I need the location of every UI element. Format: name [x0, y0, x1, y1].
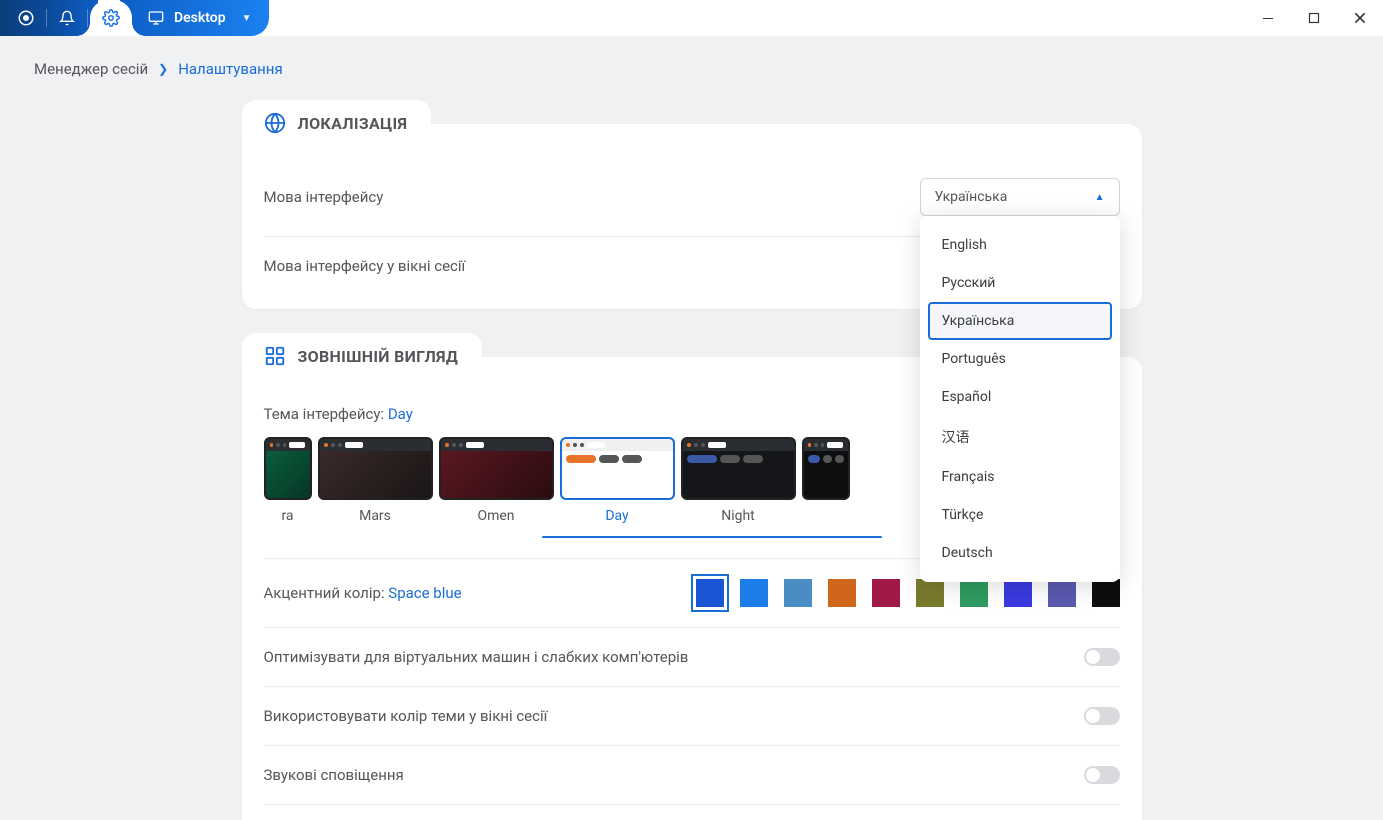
- breadcrumb-session-manager[interactable]: Менеджер сесій: [34, 60, 148, 78]
- chevron-down-icon: ▼: [242, 13, 252, 24]
- select-value: Українська: [935, 189, 1008, 205]
- card-title: ЗОВНІШНІЙ ВИГЛЯД: [298, 347, 459, 366]
- optimize-vm-toggle[interactable]: [1084, 648, 1120, 666]
- language-option[interactable]: Deutsch: [928, 534, 1112, 572]
- color-swatch[interactable]: [740, 579, 768, 607]
- session-color-label: Використовувати колір теми у вікні сесії: [264, 707, 548, 725]
- theme-name: Day: [605, 508, 628, 524]
- window-controls: [1245, 0, 1383, 36]
- language-option[interactable]: Türkçe: [928, 496, 1112, 534]
- theme-option[interactable]: ra: [264, 437, 312, 524]
- language-option[interactable]: 汉语: [928, 416, 1112, 458]
- accent-color-label: Акцентний колір: Space blue: [264, 584, 462, 602]
- theme-name: Omen: [477, 508, 514, 524]
- color-swatch[interactable]: [784, 579, 812, 607]
- color-swatch[interactable]: [1004, 579, 1032, 607]
- titlebar: Desktop ▼: [0, 0, 1383, 36]
- interface-language-select[interactable]: Українська ▲: [920, 178, 1120, 216]
- language-option[interactable]: Français: [928, 458, 1112, 496]
- interface-language-row: Мова інтерфейсу Українська ▲ EnglishРусс…: [264, 158, 1120, 237]
- theme-name: ra: [281, 508, 293, 524]
- card-tab-appearance: ЗОВНІШНІЙ ВИГЛЯД: [242, 333, 483, 375]
- tab-settings[interactable]: [90, 0, 132, 36]
- session-color-toggle[interactable]: [1084, 707, 1120, 725]
- hints-row: Підказки: [264, 805, 1120, 820]
- monitor-icon: [148, 10, 164, 26]
- globe-icon: [264, 112, 286, 134]
- card-tab-localization: ЛОКАЛІЗАЦІЯ: [242, 100, 432, 142]
- breadcrumb-settings: Налаштування: [178, 60, 283, 78]
- chevron-right-icon: ❯: [158, 62, 168, 76]
- session-color-row: Використовувати колір теми у вікні сесії: [264, 687, 1120, 746]
- color-swatches: [696, 579, 1120, 607]
- language-option[interactable]: Українська: [928, 302, 1112, 340]
- color-swatch[interactable]: [916, 579, 944, 607]
- minimize-button[interactable]: [1245, 0, 1291, 36]
- theme-name: Night: [721, 508, 755, 524]
- color-swatch[interactable]: [1048, 579, 1076, 607]
- color-swatch[interactable]: [960, 579, 988, 607]
- color-swatch[interactable]: [828, 579, 856, 607]
- language-option[interactable]: English: [928, 226, 1112, 264]
- sound-alerts-toggle[interactable]: [1084, 766, 1120, 784]
- language-option[interactable]: Português: [928, 340, 1112, 378]
- color-swatch[interactable]: [1092, 579, 1120, 607]
- session-language-label: Мова інтерфейсу у вікні сесії: [264, 257, 466, 275]
- gear-icon: [102, 9, 120, 27]
- theme-option[interactable]: Omen: [439, 437, 554, 524]
- breadcrumb: Менеджер сесій ❯ Налаштування: [0, 60, 1383, 100]
- maximize-button[interactable]: [1291, 0, 1337, 36]
- localization-card: ЛОКАЛІЗАЦІЯ Мова інтерфейсу Українська ▲…: [242, 124, 1142, 309]
- interface-language-label: Мова інтерфейсу: [264, 188, 384, 206]
- sound-alerts-label: Звукові сповіщення: [264, 766, 404, 784]
- close-button[interactable]: [1337, 0, 1383, 36]
- theme-option[interactable]: [802, 437, 850, 524]
- color-swatch[interactable]: [696, 579, 724, 607]
- caret-up-icon: ▲: [1095, 192, 1105, 203]
- theme-option[interactable]: Night: [681, 437, 796, 524]
- theme-option[interactable]: Day: [560, 437, 675, 524]
- app-logo-icon[interactable]: [8, 0, 44, 36]
- optimize-vm-label: Оптимізувати для віртуальних машин і сла…: [264, 648, 689, 666]
- color-swatch[interactable]: [872, 579, 900, 607]
- sound-alerts-row: Звукові сповіщення: [264, 746, 1120, 805]
- theme-option[interactable]: Mars: [318, 437, 433, 524]
- main-content: Менеджер сесій ❯ Налаштування ЛОКАЛІЗАЦІ…: [0, 36, 1383, 820]
- palette-icon: [264, 345, 286, 367]
- language-dropdown: EnglishРусскийУкраїнськаPortuguêsEspañol…: [920, 216, 1120, 582]
- tab-desktop-label: Desktop: [174, 10, 226, 26]
- theme-name: Mars: [359, 508, 391, 524]
- card-title: ЛОКАЛІЗАЦІЯ: [298, 114, 408, 133]
- language-option[interactable]: Русский: [928, 264, 1112, 302]
- language-option[interactable]: Español: [928, 378, 1112, 416]
- optimize-vm-row: Оптимізувати для віртуальних машин і сла…: [264, 628, 1120, 687]
